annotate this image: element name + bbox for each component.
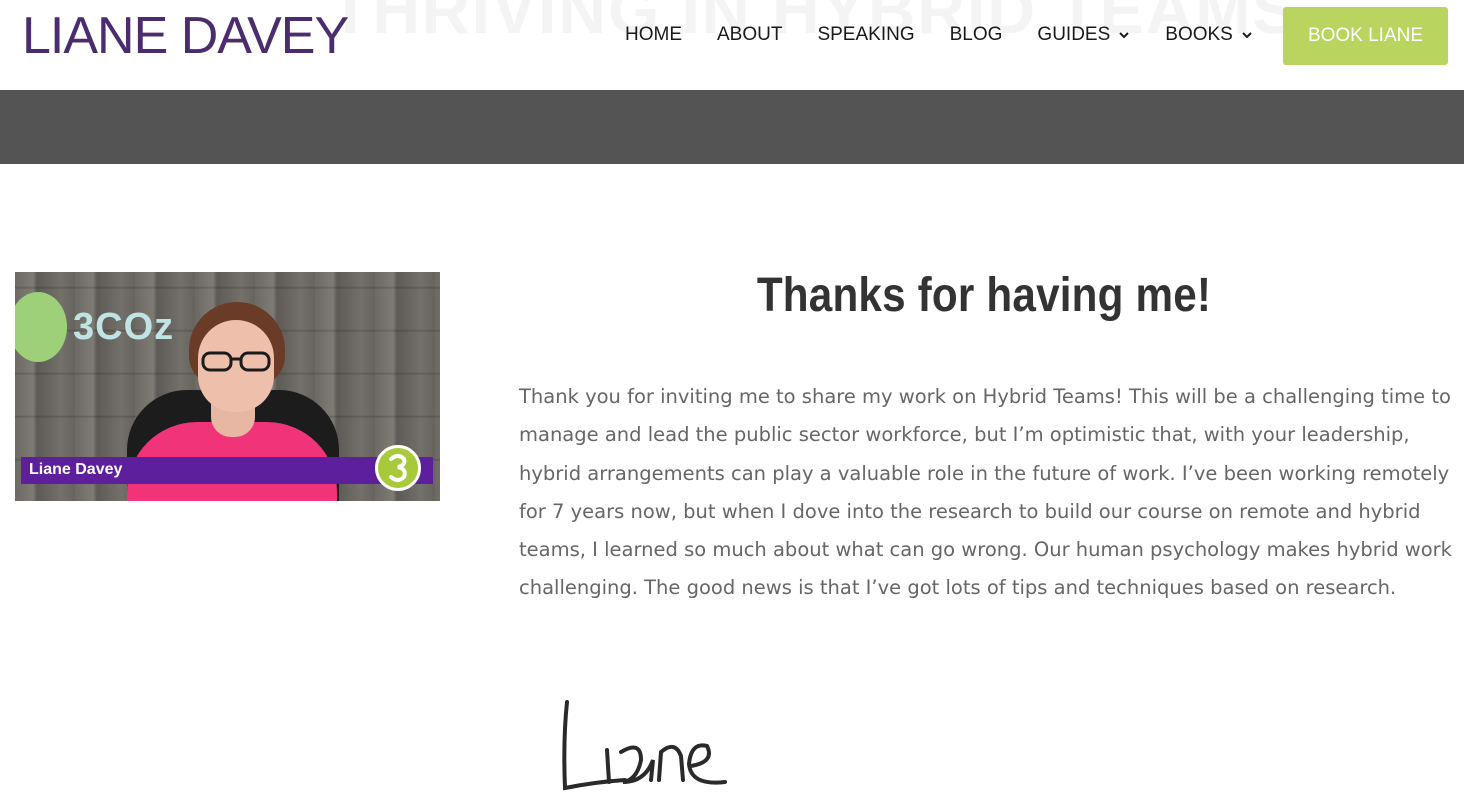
nav-blog[interactable]: BLOG <box>950 24 1003 46</box>
chevron-down-icon <box>1119 32 1129 39</box>
chevron-down-icon <box>1242 32 1252 39</box>
nav-blog-label: BLOG <box>949 24 1003 45</box>
speaker-name: Liane Davey <box>29 461 123 478</box>
page-heading: Thanks for having me! <box>756 269 1212 322</box>
nav-speaking[interactable]: SPEAKING <box>817 24 914 46</box>
signature-image <box>562 700 727 791</box>
site-logo[interactable]: LIANE DAVEY <box>22 8 349 64</box>
glasses-icon <box>201 351 271 372</box>
nav-home[interactable]: HOME <box>625 24 682 46</box>
nav-books[interactable]: BOOKS <box>1165 24 1253 46</box>
site-header: THRIVING IN HYBRID TEAMS LIANE DAVEY HOM… <box>0 0 1464 90</box>
nav-speaking-label: SPEAKING <box>817 24 915 45</box>
intro-paragraph: Thank you for inviting me to share my wo… <box>519 385 1452 600</box>
nav-books-label: BOOKS <box>1165 24 1233 45</box>
video-lower-third: Liane Davey <box>21 457 433 484</box>
brand-wall-text: 3COz <box>73 306 175 348</box>
nav-guides-label: GUIDES <box>1037 24 1111 45</box>
nav-about[interactable]: ABOUT <box>717 24 782 46</box>
nav-about-label: ABOUT <box>717 24 783 45</box>
nav-guides[interactable]: GUIDES <box>1037 24 1130 46</box>
three-logo-icon <box>389 454 407 482</box>
channel-logo-icon <box>375 445 421 491</box>
main-nav: HOME ABOUT SPEAKING BLOG GUIDES BOOKS <box>625 24 1288 46</box>
nav-home-label: HOME <box>625 24 682 45</box>
hero-band <box>0 90 1464 164</box>
book-liane-button[interactable]: BOOK LIANE <box>1283 7 1448 65</box>
video-thumbnail[interactable]: 3COz Liane Davey <box>15 272 440 501</box>
